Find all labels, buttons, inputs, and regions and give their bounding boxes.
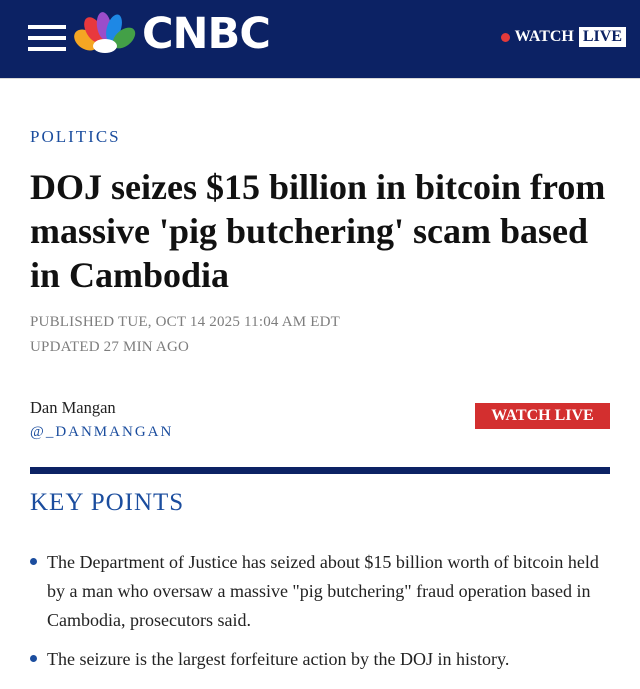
hamburger-menu-icon[interactable]: [28, 25, 66, 51]
article-headline: DOJ seizes $15 billion in bitcoin from m…: [30, 167, 606, 295]
bullet-icon: [30, 655, 37, 662]
published-timestamp: PUBLISHED TUE, OCT 14 2025 11:04 AM EDT: [30, 314, 341, 330]
brand-wordmark: CNBC: [142, 9, 271, 59]
watch-live-button[interactable]: WATCH LIVE: [475, 403, 610, 429]
live-dot-icon: [500, 32, 510, 42]
cnbc-logo[interactable]: CNBC: [74, 9, 271, 59]
key-point-text: The Department of Justice has seized abo…: [47, 552, 599, 630]
key-point-item: The Department of Justice has seized abo…: [30, 548, 600, 635]
watch-label: WATCH: [514, 28, 574, 45]
article-category[interactable]: POLITICS: [30, 127, 121, 147]
author-twitter-handle[interactable]: @_DANMANGAN: [30, 424, 173, 441]
key-points-divider: [30, 467, 610, 474]
bullet-icon: [30, 558, 37, 565]
watch-live-header-link[interactable]: WATCH LIVE: [500, 27, 626, 47]
live-badge: LIVE: [578, 27, 626, 47]
key-point-item: The seizure is the largest forfeiture ac…: [30, 645, 600, 674]
top-navigation-bar: CNBC WATCH LIVE: [0, 0, 640, 78]
key-points-list: The Department of Justice has seized abo…: [30, 548, 600, 684]
peacock-logo-icon: [74, 12, 136, 53]
header-divider: [0, 78, 640, 79]
updated-timestamp: UPDATED 27 MIN AGO: [30, 339, 190, 355]
key-points-heading: KEY POINTS: [30, 489, 185, 516]
key-point-text: The seizure is the largest forfeiture ac…: [47, 649, 510, 669]
author-name[interactable]: Dan Mangan: [30, 398, 116, 418]
